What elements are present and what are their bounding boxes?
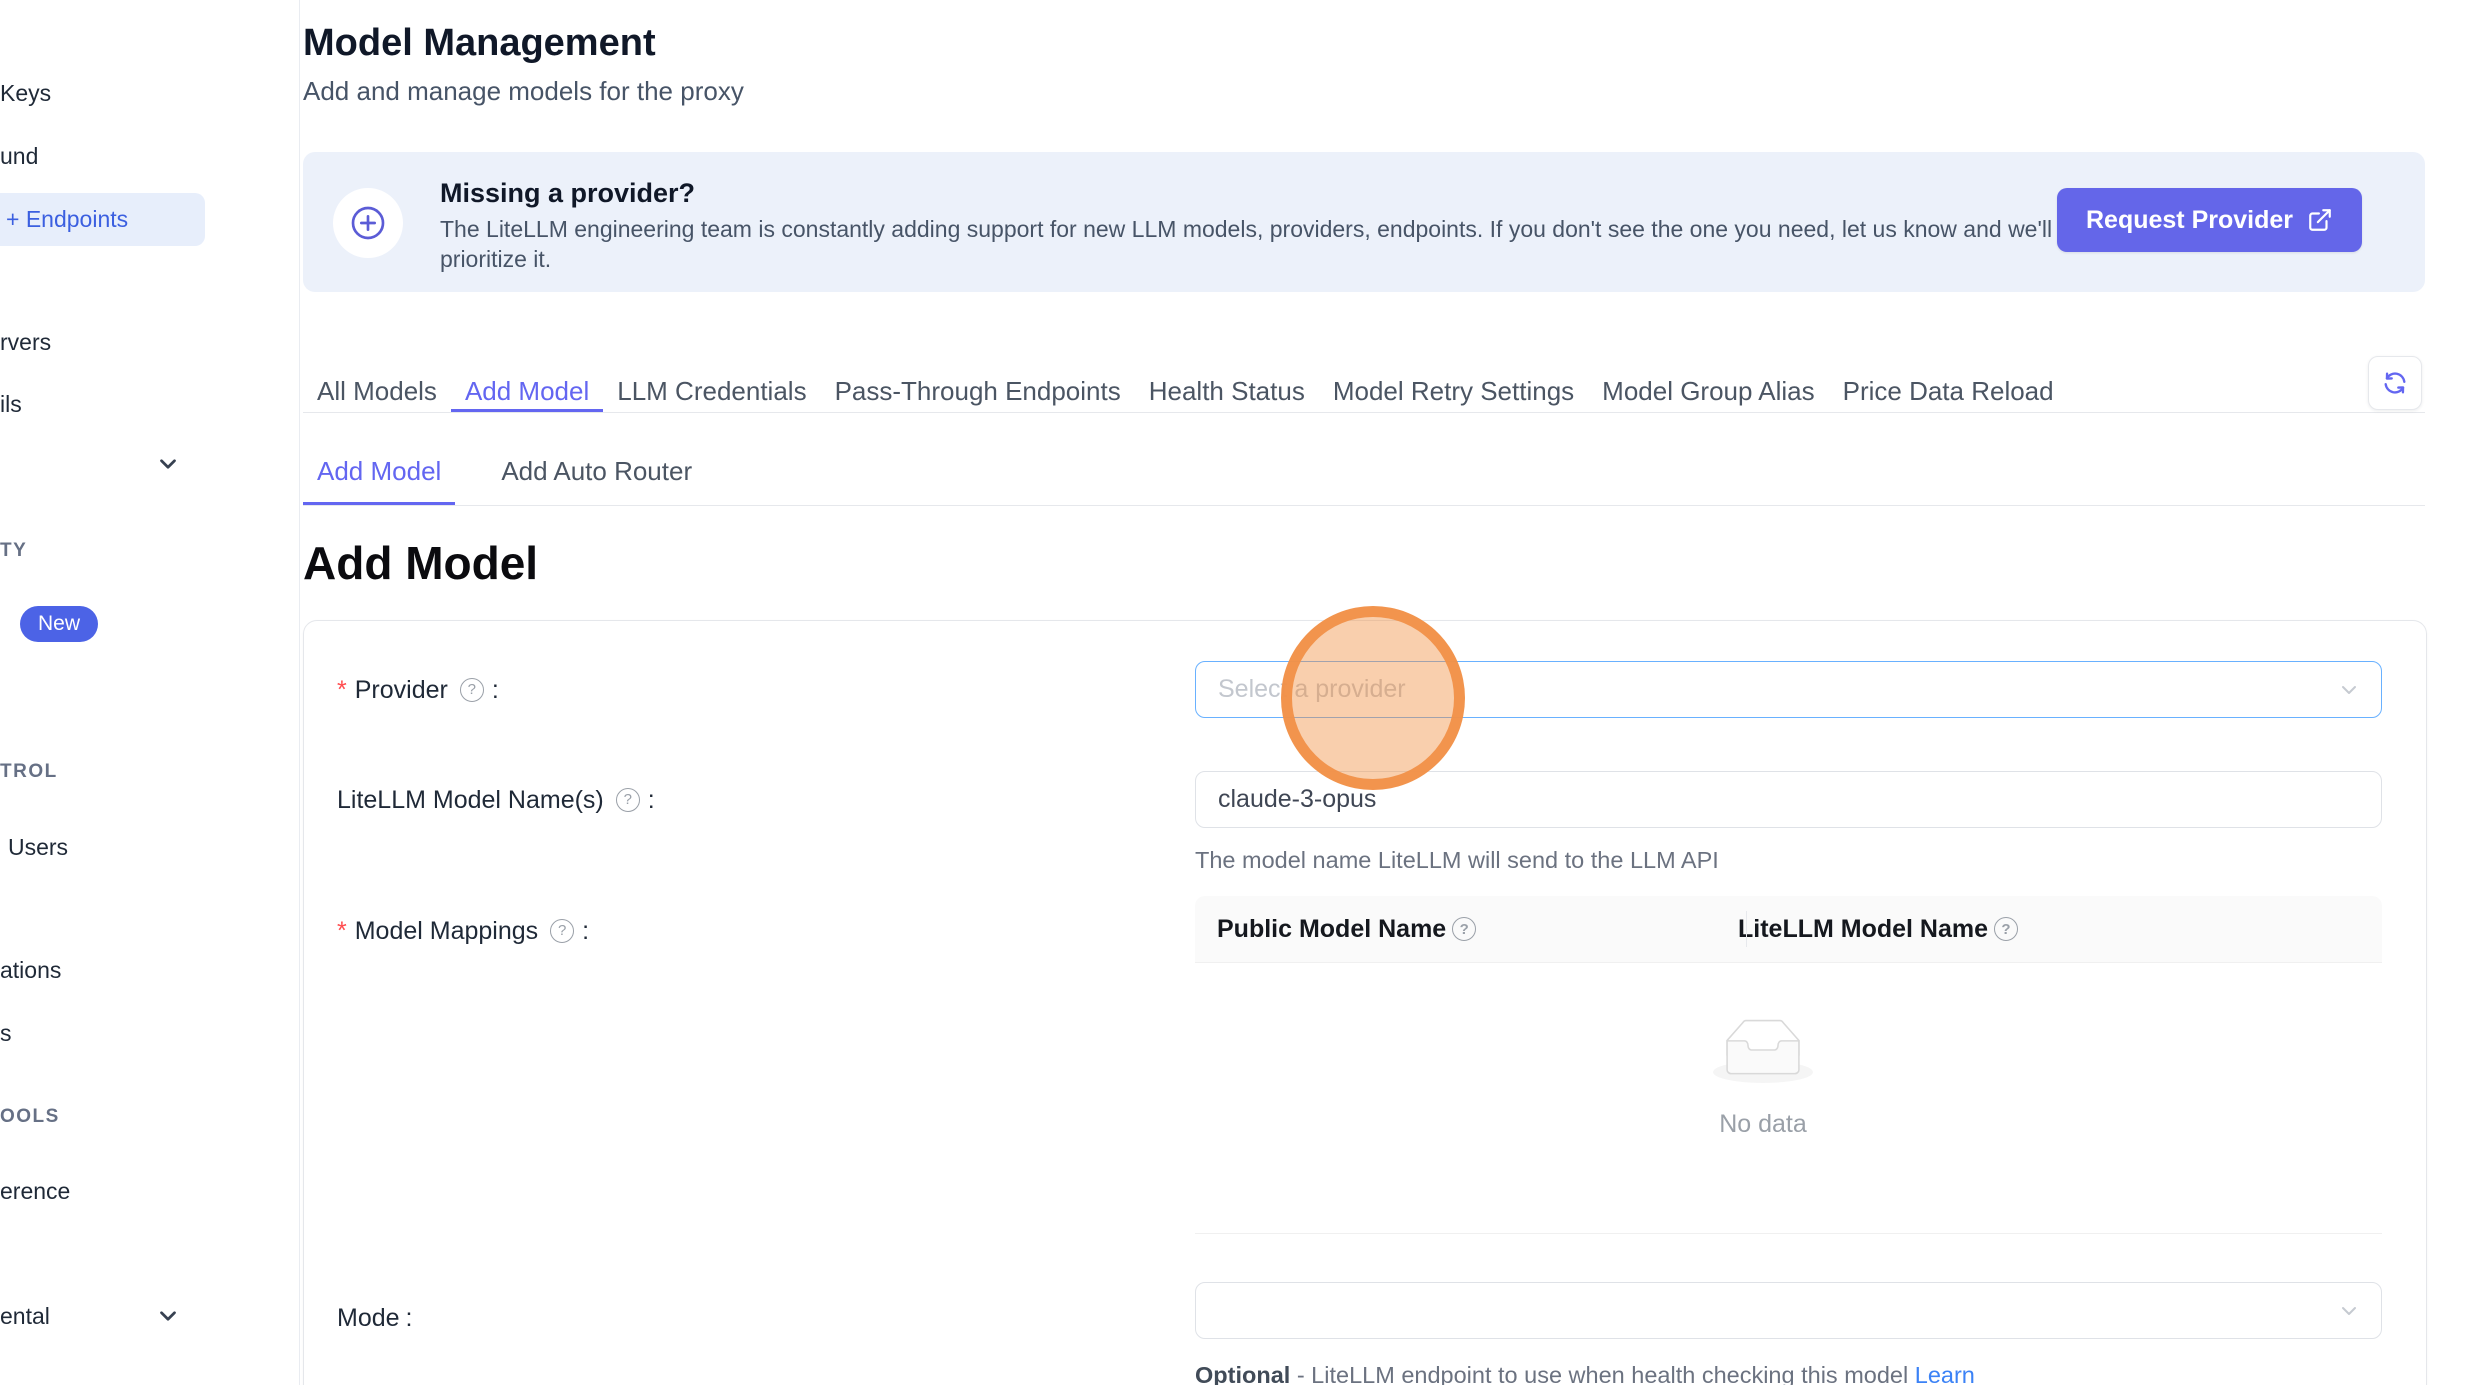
tab-model-group-alias[interactable]: Model Group Alias — [1588, 371, 1828, 412]
model-name-input[interactable]: claude-3-opus — [1195, 771, 2382, 828]
plus-circle-icon — [333, 188, 403, 258]
table-body: No data — [1195, 963, 2382, 1234]
colon: : — [582, 913, 589, 949]
external-link-icon — [2307, 207, 2333, 233]
mode-help-text: - LiteLLM endpoint to use when health ch… — [1297, 1362, 1908, 1385]
banner-title: Missing a provider? — [440, 178, 695, 209]
help-icon[interactable]: ? — [550, 919, 574, 943]
chevron-down-icon[interactable] — [155, 451, 181, 477]
sidebar-item-virtual-keys[interactable]: Keys — [0, 75, 51, 111]
mode-help-bold: Optional — [1195, 1362, 1290, 1385]
subtab-add-auto-router[interactable]: Add Auto Router — [487, 448, 706, 506]
model-mappings-table: Public Model Name ? LiteLLM Model Name ? — [1195, 896, 2382, 1234]
page-subtitle: Add and manage models for the proxy — [303, 76, 744, 107]
subtab-bar: Add Model Add Auto Router — [303, 448, 706, 506]
subtab-add-model[interactable]: Add Model — [303, 448, 455, 506]
model-name-help: The model name LiteLLM will send to the … — [1195, 845, 1719, 875]
sidebar-item-models-endpoints[interactable]: + Endpoints — [6, 201, 128, 237]
colon: : — [406, 1300, 413, 1336]
sidebar-item-mcp-servers[interactable]: rvers — [0, 324, 51, 360]
tabs-divider — [303, 412, 2425, 413]
column-litellm-model-name: LiteLLM Model Name ? — [1724, 915, 2020, 944]
empty-state: No data — [1678, 1019, 1848, 1139]
sidebar-item-guardrails[interactable]: ils — [0, 386, 22, 422]
sidebar-section-tools: OOLS — [0, 1103, 60, 1131]
model-management-page: Keys und + Endpoints rvers ils TY New TR… — [0, 0, 2477, 1385]
new-badge: New — [20, 606, 98, 642]
tab-model-retry-settings[interactable]: Model Retry Settings — [1319, 371, 1588, 412]
column-divider — [1746, 911, 1747, 947]
help-icon[interactable]: ? — [616, 788, 640, 812]
model-mappings-label-text: Model Mappings — [355, 913, 538, 949]
help-icon[interactable]: ? — [1994, 917, 2018, 941]
colon: : — [492, 672, 499, 708]
provider-placeholder: Select a provider — [1218, 675, 1406, 704]
colon: : — [648, 782, 655, 818]
model-mappings-label: * Model Mappings ? : — [337, 913, 589, 949]
request-provider-label: Request Provider — [2086, 206, 2293, 235]
sidebar-item-teams[interactable]: s — [0, 1015, 12, 1051]
tab-price-data-reload[interactable]: Price Data Reload — [1829, 371, 2068, 412]
sidebar-section-observability: TY — [0, 537, 27, 565]
sidebar-item-organizations[interactable]: ations — [0, 952, 61, 988]
mode-select[interactable] — [1195, 1282, 2382, 1339]
tab-llm-credentials[interactable]: LLM Credentials — [603, 371, 820, 412]
subtabs-divider — [303, 505, 2425, 506]
chevron-down-icon[interactable] — [155, 1303, 181, 1329]
required-marker: * — [337, 913, 347, 949]
sidebar-section-access-control: TROL — [0, 758, 58, 786]
mode-label-text: Mode — [337, 1300, 400, 1336]
column-public-model-name: Public Model Name ? — [1195, 915, 1724, 944]
banner-description: The LiteLLM engineering team is constant… — [440, 214, 2060, 274]
tab-pass-through-endpoints[interactable]: Pass-Through Endpoints — [821, 371, 1135, 412]
provider-label-text: Provider — [355, 672, 448, 708]
no-data-text: No data — [1678, 1110, 1848, 1139]
sidebar-item-playground[interactable]: und — [0, 138, 38, 174]
tab-bar: All Models Add Model LLM Credentials Pas… — [303, 371, 2068, 412]
model-name-value: claude-3-opus — [1218, 785, 1376, 814]
model-name-label: LiteLLM Model Name(s) ? : — [337, 782, 655, 818]
learn-link[interactable]: Learn — [1915, 1362, 1975, 1385]
provider-select[interactable]: Select a provider — [1195, 661, 2382, 718]
chevron-down-icon — [2337, 1299, 2361, 1323]
refresh-icon — [2381, 369, 2409, 397]
tab-health-status[interactable]: Health Status — [1135, 371, 1319, 412]
empty-box-icon — [1713, 1019, 1813, 1083]
tab-add-model[interactable]: Add Model — [451, 371, 603, 412]
sidebar-item-experimental[interactable]: ental — [0, 1298, 50, 1334]
mode-label: Mode : — [337, 1300, 413, 1336]
provider-label: * Provider ? : — [337, 672, 499, 708]
sidebar-item-inference[interactable]: erence — [0, 1173, 70, 1209]
sidebar-item-internal-users[interactable]: Users — [8, 829, 68, 865]
request-provider-button[interactable]: Request Provider — [2057, 188, 2362, 252]
sidebar: Keys und + Endpoints rvers ils TY New TR… — [0, 0, 300, 1385]
add-model-heading: Add Model — [303, 536, 538, 590]
required-marker: * — [337, 672, 347, 708]
chevron-down-icon — [2337, 678, 2361, 702]
help-icon[interactable]: ? — [460, 678, 484, 702]
table-header: Public Model Name ? LiteLLM Model Name ? — [1195, 896, 2382, 963]
refresh-button[interactable] — [2368, 356, 2422, 410]
mode-help: Optional - LiteLLM endpoint to use when … — [1195, 1360, 1975, 1385]
tab-all-models[interactable]: All Models — [303, 371, 451, 412]
help-icon[interactable]: ? — [1452, 917, 1476, 941]
missing-provider-banner: Missing a provider? The LiteLLM engineer… — [303, 152, 2425, 292]
page-title: Model Management — [303, 22, 656, 65]
model-name-label-text: LiteLLM Model Name(s) — [337, 782, 604, 818]
